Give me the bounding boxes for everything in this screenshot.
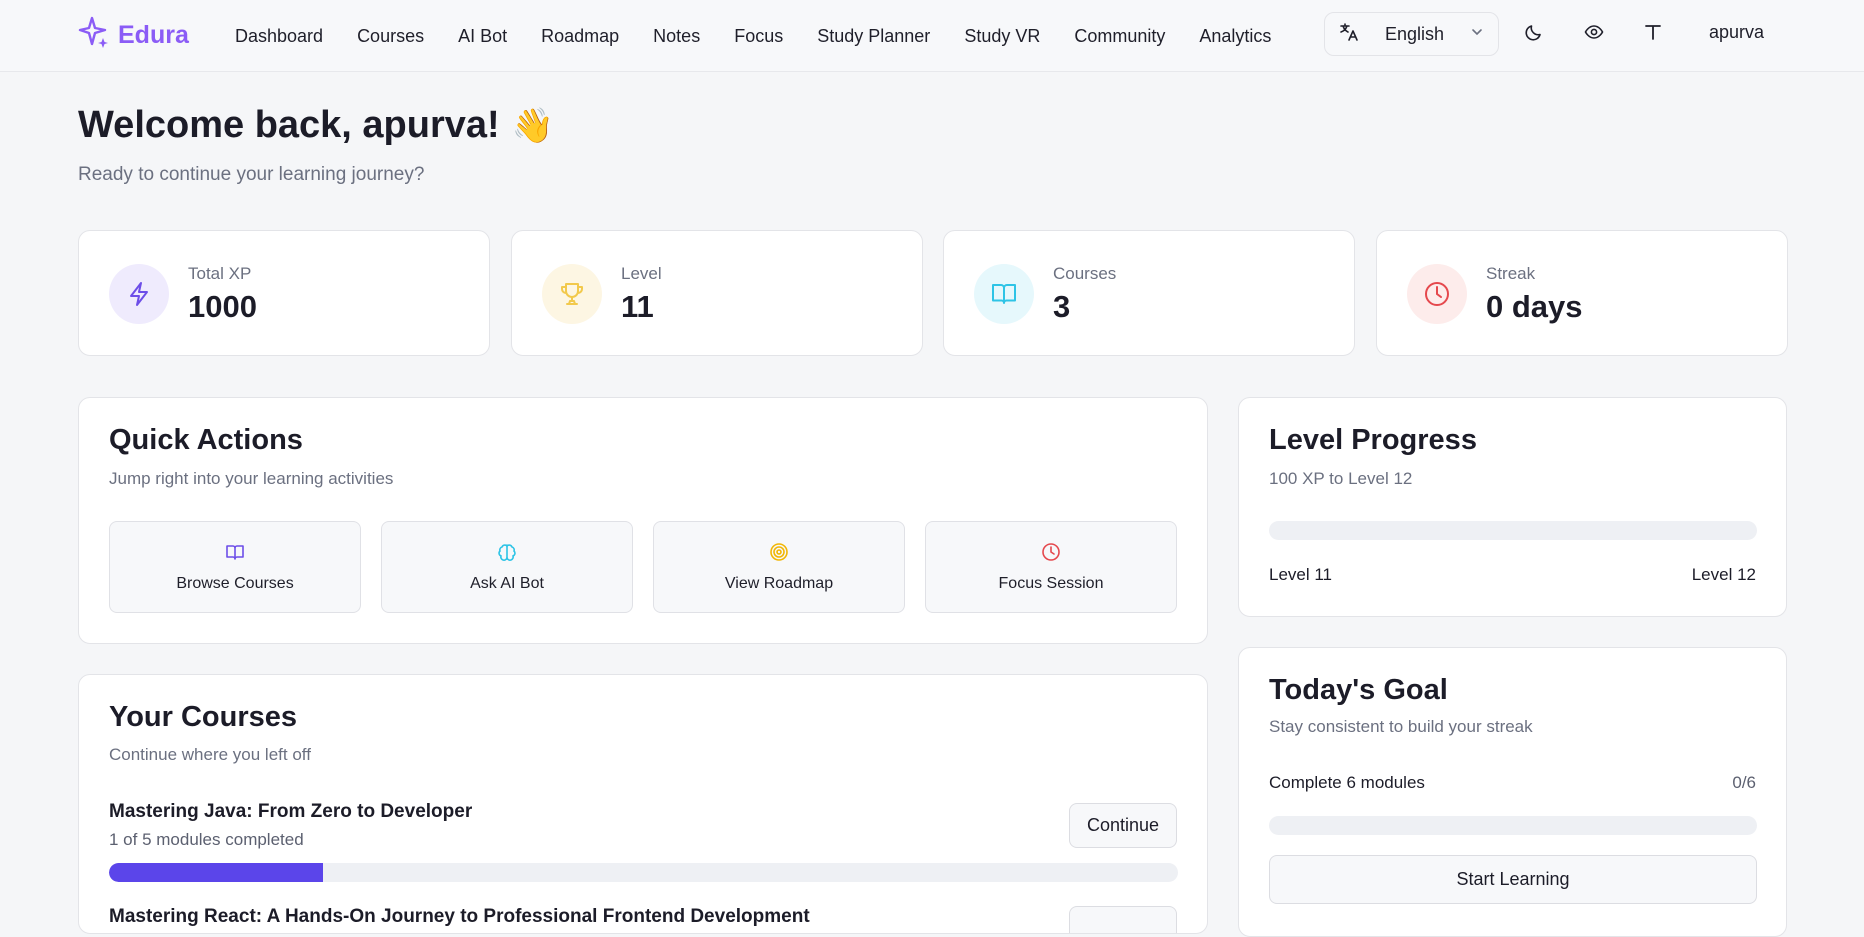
nav-link-study-planner[interactable]: Study Planner	[800, 26, 947, 47]
goal-count: 0/6	[1732, 773, 1756, 792]
your-courses-panel: Your Courses Continue where you left off…	[78, 674, 1208, 934]
ask-ai-bot-button[interactable]: Ask AI Bot	[381, 521, 633, 613]
button-label: View Roadmap	[724, 574, 834, 592]
stat-card-total-xp: Total XP 1000	[78, 230, 490, 356]
brand-logo[interactable]: Edura	[78, 16, 189, 55]
chevron-down-icon	[1470, 25, 1484, 44]
page-title: Welcome back, apurva! 👋	[78, 104, 554, 147]
course-title[interactable]: Mastering Java: From Zero to Developer	[109, 801, 472, 823]
visibility-toggle-button[interactable]	[1580, 20, 1608, 48]
goal-progress-bar	[1269, 816, 1757, 835]
stat-label: Streak	[1486, 264, 1536, 283]
nav-links: Dashboard Courses AI Bot Roadmap Notes F…	[218, 0, 1288, 72]
brand-name: Edura	[118, 21, 189, 49]
level-progress-title: Level Progress	[1269, 424, 1477, 456]
book-open-icon	[225, 542, 245, 567]
todays-goal-title: Today's Goal	[1269, 674, 1448, 706]
book-open-icon	[974, 264, 1034, 324]
translate-icon	[1339, 22, 1359, 47]
stat-value: 3	[1053, 289, 1071, 324]
clock-icon	[1041, 542, 1061, 567]
nav-link-ai-bot[interactable]: AI Bot	[441, 26, 524, 47]
course-progress-bar	[109, 863, 1178, 882]
stat-card-level: Level 11	[511, 230, 923, 356]
browse-courses-button[interactable]: Browse Courses	[109, 521, 361, 613]
level-progress-panel: Level Progress 100 XP to Level 12 Level …	[1238, 397, 1787, 617]
language-value: English	[1384, 23, 1445, 44]
level-progress-subtitle: 100 XP to Level 12	[1269, 469, 1413, 488]
current-level-label: Level 11	[1269, 565, 1333, 584]
goal-label: Complete 6 modules	[1269, 773, 1425, 792]
course-progress-fill	[109, 863, 323, 882]
nav-link-analytics[interactable]: Analytics	[1182, 26, 1288, 47]
lightning-icon	[109, 264, 169, 324]
nav-link-study-vr[interactable]: Study VR	[947, 26, 1057, 47]
nav-link-community[interactable]: Community	[1057, 26, 1182, 47]
course-title[interactable]: Mastering React: A Hands-On Journey to P…	[109, 906, 810, 928]
your-courses-title: Your Courses	[109, 701, 298, 733]
todays-goal-panel: Today's Goal Stay consistent to build yo…	[1238, 647, 1787, 937]
quick-actions-subtitle: Jump right into your learning activities	[109, 469, 394, 488]
nav-link-notes[interactable]: Notes	[636, 26, 717, 47]
button-label: Ask AI Bot	[470, 574, 544, 592]
nav-link-focus[interactable]: Focus	[717, 26, 800, 47]
continue-button[interactable]: Continue	[1069, 803, 1177, 848]
start-learning-button[interactable]: Start Learning	[1269, 855, 1757, 904]
wave-emoji-icon: 👋	[511, 106, 555, 145]
nav-link-courses[interactable]: Courses	[340, 26, 441, 47]
language-select[interactable]: English	[1324, 12, 1499, 56]
your-courses-subtitle: Continue where you left off	[109, 745, 311, 764]
stat-value: 0 days	[1486, 289, 1583, 324]
next-level-label: Level 12	[1691, 565, 1756, 584]
course-progress-text: 1 of 5 modules completed	[109, 830, 304, 849]
top-navbar: Edura Dashboard Courses AI Bot Roadmap N…	[0, 0, 1864, 72]
level-progress-bar	[1269, 521, 1757, 540]
stat-label: Level	[621, 264, 662, 283]
trophy-icon	[542, 264, 602, 324]
stat-label: Courses	[1053, 264, 1117, 283]
sparkle-logo-icon	[78, 16, 110, 55]
welcome-text: Welcome back, apurva!	[78, 104, 500, 146]
continue-button[interactable]	[1069, 906, 1177, 933]
font-size-button[interactable]	[1639, 20, 1667, 48]
nav-link-roadmap[interactable]: Roadmap	[524, 26, 636, 47]
user-menu[interactable]: apurva	[1709, 22, 1764, 43]
clock-icon	[1407, 264, 1467, 324]
text-size-icon	[1643, 22, 1663, 47]
stat-value: 11	[621, 289, 654, 324]
brain-icon	[497, 542, 517, 567]
stat-label: Total XP	[188, 264, 252, 283]
view-roadmap-button[interactable]: View Roadmap	[653, 521, 905, 613]
nav-link-dashboard[interactable]: Dashboard	[218, 26, 340, 47]
target-icon	[769, 542, 789, 567]
stat-card-courses: Courses 3	[943, 230, 1355, 356]
stat-card-streak: Streak 0 days	[1376, 230, 1788, 356]
todays-goal-subtitle: Stay consistent to build your streak	[1269, 717, 1533, 736]
quick-actions-panel: Quick Actions Jump right into your learn…	[78, 397, 1208, 644]
theme-toggle-button[interactable]	[1520, 20, 1548, 48]
focus-session-button[interactable]: Focus Session	[925, 521, 1177, 613]
quick-actions-title: Quick Actions	[109, 424, 303, 456]
stat-value: 1000	[188, 289, 257, 324]
page-subtitle: Ready to continue your learning journey?	[78, 164, 425, 185]
button-label: Focus Session	[998, 574, 1104, 592]
button-label: Browse Courses	[176, 574, 294, 592]
eye-icon	[1584, 22, 1604, 47]
moon-icon	[1524, 22, 1544, 47]
